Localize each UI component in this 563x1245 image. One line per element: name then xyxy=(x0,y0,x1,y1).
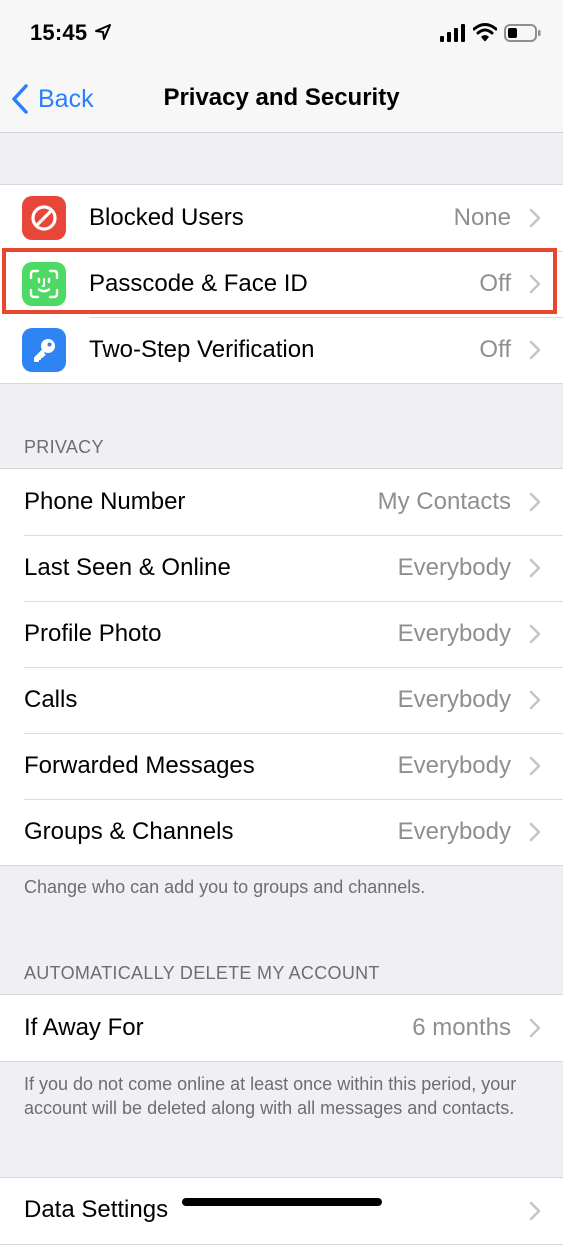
passcode-face-id-row[interactable]: Passcode & Face ID Off xyxy=(0,251,563,317)
row-label: Phone Number xyxy=(24,488,186,515)
row-label: If Away For xyxy=(24,1014,144,1041)
data-settings-row[interactable]: Data Settings xyxy=(0,1178,563,1244)
row-value: Everybody xyxy=(397,620,511,647)
home-indicator[interactable] xyxy=(182,1198,382,1206)
row-value: My Contacts xyxy=(377,488,511,515)
auto-delete-header: AUTOMATICALLY DELETE MY ACCOUNT xyxy=(24,963,380,983)
row-label: Groups & Channels xyxy=(24,818,234,845)
last-seen-online-row[interactable]: Last Seen & Online Everybody xyxy=(0,535,563,601)
privacy-header: PRIVACY xyxy=(24,437,104,457)
profile-photo-row[interactable]: Profile Photo Everybody xyxy=(0,601,563,667)
row-value: Everybody xyxy=(397,554,511,581)
row-label: Blocked Users xyxy=(89,204,244,231)
chevron-right-icon xyxy=(529,756,541,776)
row-label: Two-Step Verification xyxy=(89,336,315,363)
chevron-right-icon xyxy=(529,624,541,644)
wifi-icon xyxy=(473,23,497,42)
row-label: Calls xyxy=(24,686,78,713)
chevron-right-icon xyxy=(529,690,541,710)
chevron-right-icon xyxy=(529,492,541,512)
row-value: None xyxy=(453,204,511,231)
face-id-icon xyxy=(22,262,66,306)
blocked-icon xyxy=(22,196,66,240)
row-label: Profile Photo xyxy=(24,620,162,647)
two-step-verification-row[interactable]: Two-Step Verification Off xyxy=(0,317,563,383)
location-arrow-icon xyxy=(95,24,111,40)
phone-number-row[interactable]: Phone Number My Contacts xyxy=(0,469,563,535)
cellular-signal-icon xyxy=(440,24,465,42)
navigation-bar: Back Privacy and Security xyxy=(0,66,563,133)
status-bar: 15:45 xyxy=(0,0,563,66)
chevron-right-icon xyxy=(529,1201,541,1221)
back-button[interactable]: Back xyxy=(10,82,94,116)
chevron-right-icon xyxy=(529,208,541,228)
data-section: Data Settings xyxy=(0,1177,563,1245)
auto-delete-footer: If you do not come online at least once … xyxy=(24,1074,517,1118)
privacy-section: Phone Number My Contacts Last Seen & Onl… xyxy=(0,468,563,866)
row-label: Passcode & Face ID xyxy=(89,270,308,297)
row-value: 6 months xyxy=(412,1014,511,1041)
chevron-right-icon xyxy=(529,558,541,578)
key-icon xyxy=(22,328,66,372)
if-away-for-row[interactable]: If Away For 6 months xyxy=(0,995,563,1061)
blocked-users-row[interactable]: Blocked Users None xyxy=(0,185,563,251)
forwarded-messages-row[interactable]: Forwarded Messages Everybody xyxy=(0,733,563,799)
status-time: 15:45 xyxy=(30,20,88,45)
calls-row[interactable]: Calls Everybody xyxy=(0,667,563,733)
groups-channels-row[interactable]: Groups & Channels Everybody xyxy=(0,799,563,865)
row-value: Off xyxy=(479,270,511,297)
battery-icon xyxy=(504,24,541,42)
privacy-footer: Change who can add you to groups and cha… xyxy=(24,877,426,897)
row-value: Everybody xyxy=(397,686,511,713)
back-label: Back xyxy=(38,84,94,113)
chevron-right-icon xyxy=(529,340,541,360)
chevron-right-icon xyxy=(529,274,541,294)
row-label: Forwarded Messages xyxy=(24,752,255,779)
row-value: Off xyxy=(479,336,511,363)
security-section: Blocked Users None Passcode & Face ID Of… xyxy=(0,184,563,384)
row-label: Last Seen & Online xyxy=(24,554,231,581)
row-value: Everybody xyxy=(397,752,511,779)
auto-delete-section: If Away For 6 months xyxy=(0,994,563,1062)
chevron-right-icon xyxy=(529,822,541,842)
row-label: Data Settings xyxy=(24,1196,169,1223)
row-value: Everybody xyxy=(397,818,511,845)
chevron-right-icon xyxy=(529,1018,541,1038)
chevron-left-icon xyxy=(12,84,28,114)
